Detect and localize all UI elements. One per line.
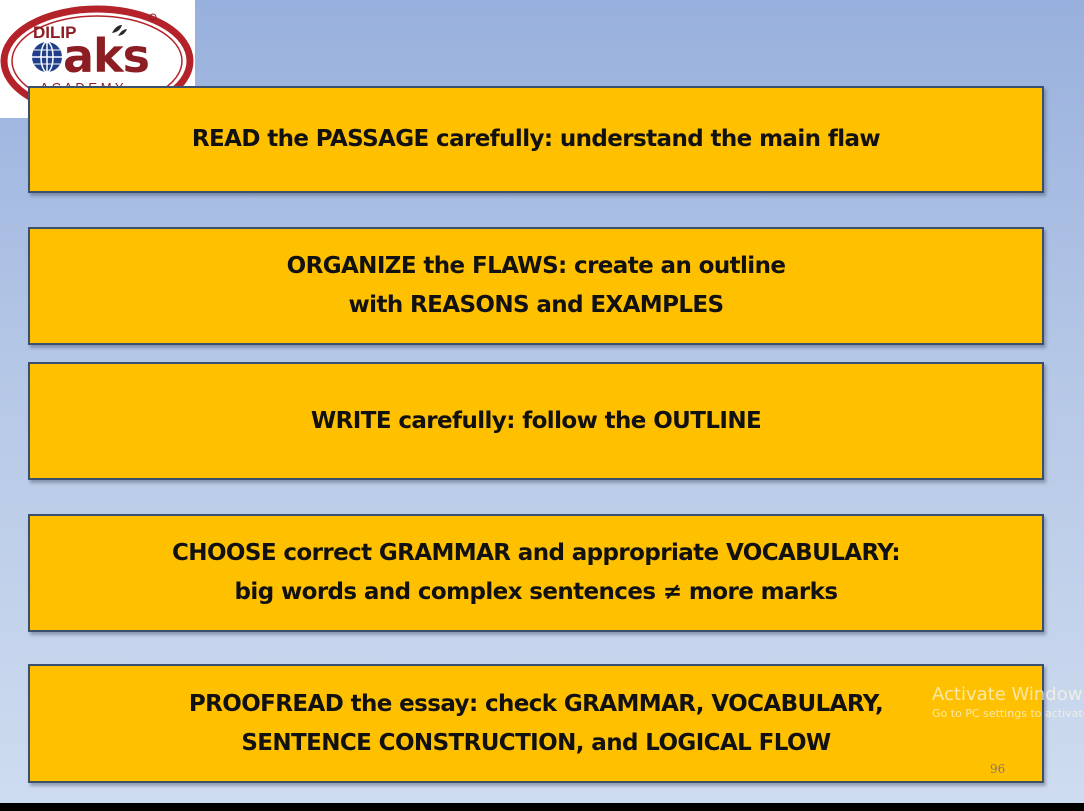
globe-icon [32,41,62,73]
step-read-box: READ the PASSAGE carefully: understand t… [28,86,1044,193]
slide: DILIP aks A C A D E M Y READ the PASSAGE… [0,0,1084,811]
step-choose-box: CHOOSE correct GRAMMAR and appropriate V… [28,514,1044,632]
step-organize-line-2: with REASONS and EXAMPLES [348,292,725,318]
step-write-line-1: WRITE carefully: follow the OUTLINE [310,407,762,434]
bottom-letterbox [0,803,1084,811]
slide-number: 96 [990,762,1006,776]
step-organize-line-1: ORGANIZE the FLAWS: create an outline [286,253,786,279]
step-write-box: WRITE carefully: follow the OUTLINE [28,362,1044,480]
logo-brand-text: aks [63,29,149,83]
step-choose-line-2: big words and complex sentences ≠ more m… [234,579,839,605]
step-choose-line-1: CHOOSE correct GRAMMAR and appropriate V… [172,540,901,566]
step-proofread-line-1: PROOFREAD the essay: check GRAMMAR, VOCA… [188,690,884,717]
step-proofread-box: PROOFREAD the essay: check GRAMMAR, VOCA… [28,664,1044,783]
step-read-line-1: READ the PASSAGE carefully: understand t… [191,126,881,152]
step-organize-box: ORGANIZE the FLAWS: create an outline wi… [28,227,1044,345]
step-proofread-line-2: SENTENCE CONSTRUCTION, and LOGICAL FLOW [241,729,831,756]
